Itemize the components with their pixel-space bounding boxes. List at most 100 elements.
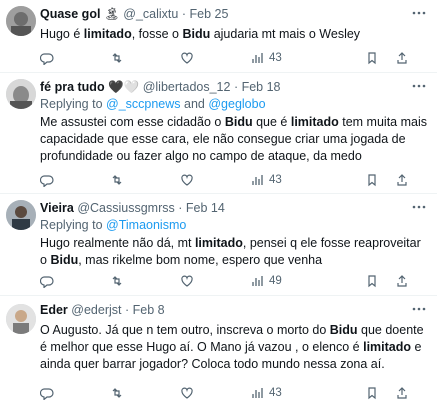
tweet-text: Hugo realmente não dá, mt limitado, pens…	[40, 235, 429, 269]
reply-button[interactable]	[40, 51, 54, 65]
highlighted-term: Bidu	[50, 253, 79, 267]
share-button[interactable]	[395, 173, 409, 187]
bookmark-button[interactable]	[365, 386, 379, 400]
avatar-image	[6, 200, 36, 230]
tweet-header: Vieira @Cassiussgmrss · Feb 14	[40, 201, 225, 215]
replying-to: Replying to @Timaonismo	[40, 217, 429, 233]
bookmark-icon	[368, 387, 376, 400]
text-segment: Hugo é	[40, 27, 84, 41]
tweet-4[interactable]: Eder @ederjst · Feb 8 O Augusto. Já que …	[0, 296, 437, 405]
tweet-2[interactable]: fé pra tudo 🖤🤍 @libertados_12 · Feb 18 R…	[0, 73, 437, 194]
views-button[interactable]: 49	[250, 274, 282, 288]
avatar[interactable]	[6, 200, 36, 230]
bookmark-button[interactable]	[365, 173, 379, 187]
bookmark-icon	[368, 52, 376, 65]
views-count: 43	[269, 387, 282, 399]
bookmark-button[interactable]	[365, 51, 379, 65]
like-button[interactable]	[180, 386, 194, 400]
date[interactable]: Feb 25	[189, 7, 228, 21]
reply-icon	[40, 53, 54, 65]
highlighted-term: limitado	[194, 236, 243, 250]
like-icon	[181, 174, 193, 186]
avatar[interactable]	[6, 6, 36, 36]
bookmark-icon	[368, 174, 376, 187]
avatar-image	[6, 79, 36, 109]
handle[interactable]: @libertados_12	[143, 80, 231, 94]
date[interactable]: Feb 14	[186, 201, 225, 215]
highlighted-term: limitado	[363, 340, 412, 354]
avatar[interactable]	[6, 304, 36, 334]
mention-link[interactable]: @_sccpnews	[106, 97, 181, 111]
date[interactable]: Feb 18	[242, 80, 281, 94]
views-button[interactable]: 43	[250, 173, 282, 187]
display-name[interactable]: Eder	[40, 303, 68, 317]
text-segment: Me assustei com esse cidadão o	[40, 115, 225, 129]
share-icon	[397, 174, 407, 186]
tweet-header: fé pra tudo 🖤🤍 @libertados_12 · Feb 18	[40, 80, 281, 94]
reply-button[interactable]	[40, 173, 54, 187]
views-icon	[252, 53, 263, 63]
retweet-icon	[112, 388, 122, 398]
like-icon	[181, 275, 193, 287]
handle[interactable]: @Cassiussgmrss	[77, 201, 174, 215]
handle[interactable]: @ederjst	[71, 303, 121, 317]
retweet-button[interactable]	[110, 51, 124, 65]
text-segment: ajudaria mt mais o Wesley	[210, 27, 361, 41]
avatar[interactable]	[6, 79, 36, 109]
share-button[interactable]	[395, 51, 409, 65]
retweet-button[interactable]	[110, 274, 124, 288]
text-segment: Hugo realmente não dá, mt	[40, 236, 195, 250]
reply-button[interactable]	[40, 386, 54, 400]
share-button[interactable]	[395, 274, 409, 288]
reply-button[interactable]	[40, 274, 54, 288]
like-button[interactable]	[180, 274, 194, 288]
views-button[interactable]: 43	[250, 386, 282, 400]
handle[interactable]: @_calixtu	[123, 7, 178, 21]
share-icon	[397, 275, 407, 287]
display-name[interactable]: Quase gol	[40, 7, 100, 21]
tweet-header: Eder @ederjst · Feb 8	[40, 303, 165, 317]
like-icon	[181, 387, 193, 399]
like-button[interactable]	[180, 173, 194, 187]
text-segment: que é	[252, 115, 291, 129]
like-button[interactable]	[180, 51, 194, 65]
avatar-image	[6, 304, 36, 334]
highlighted-term: Bidu	[329, 323, 358, 337]
retweet-icon	[112, 276, 122, 286]
views-icon	[252, 276, 263, 286]
share-button[interactable]	[395, 386, 409, 400]
avatar-image	[6, 6, 36, 36]
highlighted-term: Bidu	[224, 115, 253, 129]
views-icon	[252, 388, 263, 398]
tweet-text: Hugo é limitado, fosse o Bidu ajudaria m…	[40, 26, 429, 43]
bookmark-button[interactable]	[365, 274, 379, 288]
action-bar: 43	[40, 173, 425, 189]
display-name[interactable]: Vieira	[40, 201, 74, 215]
retweet-button[interactable]	[110, 386, 124, 400]
tweet-header: Quase gol 🏝 @_calixtu · Feb 25	[40, 7, 229, 21]
name-emoji: 🖤🤍	[108, 80, 140, 94]
views-count: 43	[269, 174, 282, 186]
reply-icon	[40, 388, 54, 400]
share-icon	[397, 52, 407, 64]
replying-label: Replying to	[40, 218, 107, 232]
reply-icon	[40, 276, 54, 288]
views-count: 43	[269, 52, 282, 64]
action-bar: 49	[40, 274, 425, 290]
share-icon	[397, 387, 407, 399]
tweet-text: O Augusto. Já que n tem outro, inscreva …	[40, 322, 429, 373]
reply-icon	[40, 175, 54, 187]
views-icon	[252, 175, 263, 185]
date[interactable]: Feb 8	[133, 303, 165, 317]
action-bar: 43	[40, 51, 425, 67]
highlighted-term: limitado	[290, 115, 339, 129]
mention-link[interactable]: @geglobo	[208, 97, 265, 111]
tweet-1[interactable]: Quase gol 🏝 @_calixtu · Feb 25 Hugo é li…	[0, 0, 437, 73]
retweet-button[interactable]	[110, 173, 124, 187]
mention-link[interactable]: @Timaonismo	[106, 218, 186, 232]
views-count: 49	[269, 275, 282, 287]
tweet-3[interactable]: Vieira @Cassiussgmrss · Feb 14 Replying …	[0, 194, 437, 296]
replying-joiner: and	[180, 97, 209, 111]
display-name[interactable]: fé pra tudo	[40, 80, 105, 94]
views-button[interactable]: 43	[250, 51, 282, 65]
